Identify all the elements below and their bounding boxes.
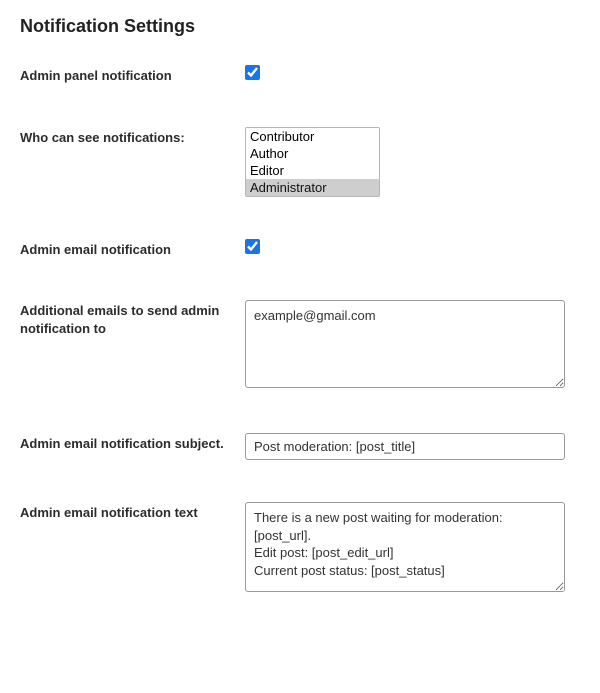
- label-email-text: Admin email notification text: [20, 502, 245, 522]
- option-administrator[interactable]: Administrator: [246, 179, 379, 196]
- textarea-additional-emails[interactable]: [245, 300, 565, 388]
- label-who-can-see: Who can see notifications:: [20, 127, 245, 147]
- row-who-can-see: Who can see notifications: Contributor A…: [20, 127, 580, 197]
- page-title: Notification Settings: [20, 16, 580, 37]
- option-editor[interactable]: Editor: [246, 162, 379, 179]
- row-email-text: Admin email notification text: [20, 502, 580, 595]
- input-email-subject[interactable]: [245, 433, 565, 460]
- label-admin-email-notification: Admin email notification: [20, 239, 245, 259]
- row-admin-email-notification: Admin email notification: [20, 239, 580, 259]
- option-author[interactable]: Author: [246, 145, 379, 162]
- label-email-subject: Admin email notification subject.: [20, 433, 245, 453]
- select-who-can-see[interactable]: Contributor Author Editor Administrator: [245, 127, 380, 197]
- label-additional-emails: Additional emails to send admin notifica…: [20, 300, 245, 337]
- row-additional-emails: Additional emails to send admin notifica…: [20, 300, 580, 391]
- textarea-email-text[interactable]: [245, 502, 565, 592]
- row-email-subject: Admin email notification subject.: [20, 433, 580, 460]
- checkbox-admin-panel-notification[interactable]: [245, 65, 260, 80]
- option-contributor[interactable]: Contributor: [246, 128, 379, 145]
- label-admin-panel-notification: Admin panel notification: [20, 65, 245, 85]
- checkbox-admin-email-notification[interactable]: [245, 239, 260, 254]
- row-admin-panel-notification: Admin panel notification: [20, 65, 580, 85]
